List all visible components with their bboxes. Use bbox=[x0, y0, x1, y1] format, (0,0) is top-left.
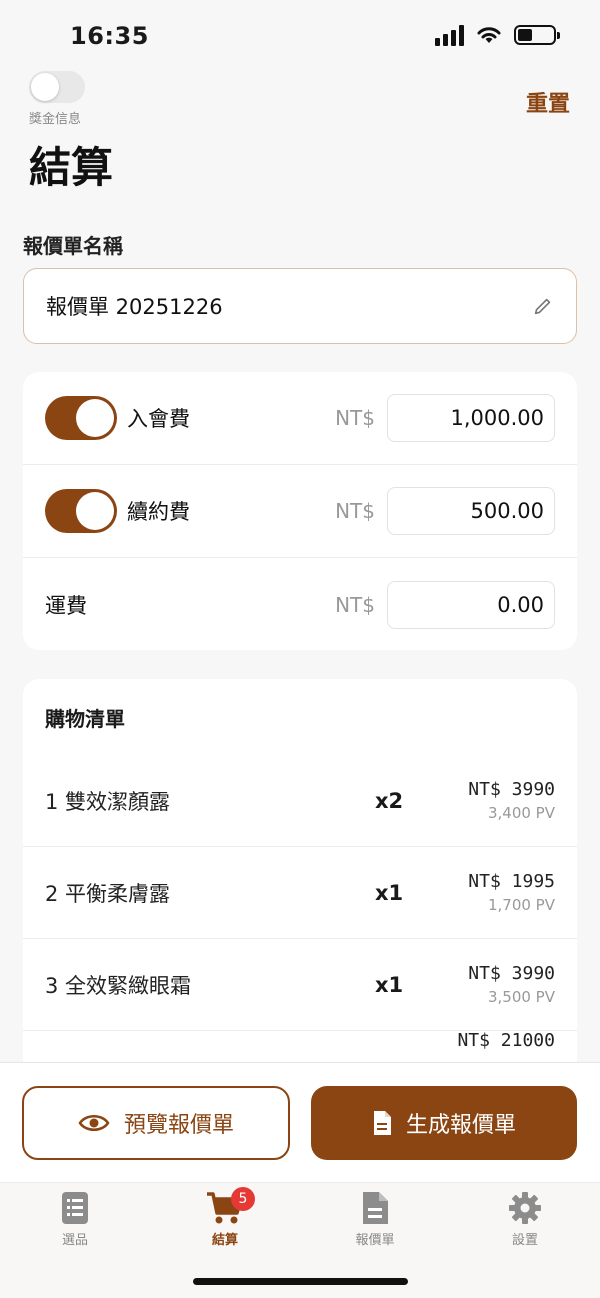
status-bar: 16:35 bbox=[0, 0, 600, 72]
cart-count-badge: 5 bbox=[231, 1187, 255, 1211]
membership-fee-switch[interactable] bbox=[45, 396, 117, 440]
status-icons bbox=[435, 24, 560, 46]
item-name: 3 全效緊緻眼霜 bbox=[45, 973, 192, 998]
item-price: NT$ 3990 bbox=[468, 963, 555, 984]
gear-icon bbox=[509, 1192, 541, 1224]
quote-name-field[interactable]: 報價單 20251226 bbox=[23, 268, 577, 344]
status-time: 16:35 bbox=[70, 22, 149, 50]
item-pv: 3,400 PV bbox=[487, 804, 555, 822]
quote-name-value: 報價單 20251226 bbox=[46, 295, 223, 319]
tab-products[interactable]: 選品 bbox=[25, 1191, 125, 1248]
list-icon bbox=[62, 1192, 88, 1224]
tab-label: 設置 bbox=[511, 1233, 538, 1248]
cart-item[interactable]: 1 雙效潔顏露 x2 NT$ 3990 3,400 PV bbox=[23, 755, 577, 847]
preview-quote-label: 預覽報價單 bbox=[123, 1113, 234, 1138]
item-pv: 3,500 PV bbox=[487, 988, 555, 1006]
cart-item[interactable]: 2 平衡柔膚露 x1 NT$ 1995 1,700 PV bbox=[23, 847, 577, 939]
document-icon bbox=[373, 1111, 391, 1135]
item-price: NT$ 1995 bbox=[468, 871, 555, 892]
preview-quote-button[interactable]: 預覽報價單 bbox=[22, 1086, 290, 1160]
tab-quotes[interactable]: 報價單 bbox=[325, 1191, 425, 1248]
page-title: 結算 bbox=[29, 143, 114, 192]
item-name: 1 雙效潔顏露 bbox=[45, 789, 171, 814]
generate-quote-button[interactable]: 生成報價單 bbox=[311, 1086, 577, 1160]
currency-label: NT$ bbox=[335, 499, 375, 523]
tab-label: 選品 bbox=[61, 1233, 88, 1248]
item-pv: 1,700 PV bbox=[487, 896, 555, 914]
wifi-icon bbox=[477, 27, 501, 43]
item-price-col: NT$ 1995 1,700 PV bbox=[435, 871, 555, 914]
quote-name-label: 報價單名稱 bbox=[23, 234, 123, 258]
item-qty: x1 bbox=[375, 880, 404, 905]
fee-row-renewal: 續約費 NT$ 500.00 bbox=[23, 465, 577, 558]
bonus-info-toggle[interactable] bbox=[29, 71, 85, 103]
currency-label: NT$ bbox=[335, 406, 375, 430]
home-indicator[interactable] bbox=[193, 1278, 408, 1285]
generate-quote-label: 生成報價單 bbox=[405, 1113, 516, 1138]
fee-label: 運費 bbox=[45, 593, 87, 618]
item-name: 2 平衡柔膚露 bbox=[45, 881, 171, 906]
eye-icon bbox=[78, 1115, 110, 1131]
fee-label: 入會費 bbox=[127, 407, 190, 431]
renewal-fee-input[interactable]: 500.00 bbox=[387, 487, 555, 535]
item-price-col: NT$ 3990 3,400 PV bbox=[435, 779, 555, 822]
tab-label: 結算 bbox=[211, 1233, 238, 1248]
item-qty: x1 bbox=[375, 972, 404, 997]
tab-label: 報價單 bbox=[355, 1233, 395, 1248]
tab-checkout[interactable]: 5 結算 bbox=[175, 1187, 275, 1248]
currency-label: NT$ bbox=[335, 592, 375, 617]
fee-label: 續約費 bbox=[127, 500, 190, 524]
membership-fee-input[interactable]: 1,000.00 bbox=[387, 394, 555, 442]
item-qty: x2 bbox=[375, 788, 404, 813]
bonus-info-label: 獎金信息 bbox=[29, 112, 82, 127]
fee-row-membership: 入會費 NT$ 1,000.00 bbox=[23, 372, 577, 465]
renewal-fee-switch[interactable] bbox=[45, 489, 117, 533]
cart-total-peek: NT$ 21000 bbox=[457, 1030, 555, 1051]
shopping-list-title: 購物清單 bbox=[45, 707, 125, 731]
shipping-fee-input[interactable]: 0.00 bbox=[387, 580, 555, 629]
item-price-col: NT$ 3990 3,500 PV bbox=[435, 963, 555, 1006]
item-price: NT$ 3990 bbox=[468, 779, 555, 800]
document-icon bbox=[363, 1192, 388, 1224]
pencil-icon[interactable] bbox=[532, 295, 554, 317]
fee-card: 入會費 NT$ 1,000.00 續約費 NT$ 500.00 運費 NT$ 0… bbox=[23, 372, 577, 650]
fee-row-shipping: 運費 NT$ 0.00 bbox=[23, 558, 577, 651]
cart-item[interactable]: 3 全效緊緻眼霜 x1 NT$ 3990 3,500 PV bbox=[23, 939, 577, 1031]
shopping-list-card: 購物清單 1 雙效潔顏露 x2 NT$ 3990 3,400 PV 2 平衡柔膚… bbox=[23, 679, 577, 1109]
tab-settings[interactable]: 設置 bbox=[475, 1191, 575, 1248]
cellular-signal-icon bbox=[435, 24, 464, 46]
battery-icon bbox=[514, 25, 560, 45]
action-bar: 預覽報價單 生成報價單 bbox=[0, 1062, 600, 1182]
reset-button[interactable]: 重置 bbox=[526, 86, 570, 118]
